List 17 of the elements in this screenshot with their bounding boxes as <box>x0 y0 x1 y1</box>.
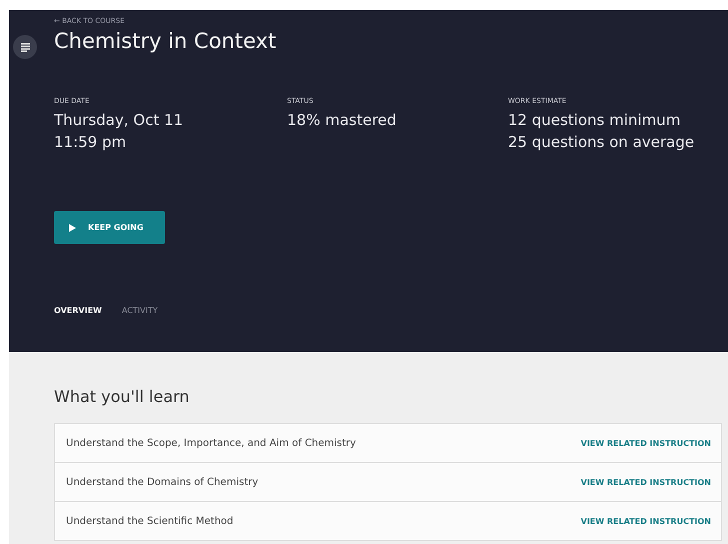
instruction-link[interactable]: VIEW RELATED INSTRUCTION <box>580 478 711 486</box>
play-icon <box>69 224 76 232</box>
page-title: Chemistry in Context <box>54 29 278 53</box>
keep-going-button[interactable]: KEEP GOING <box>54 211 165 244</box>
section-heading: What you'll learn <box>54 387 190 406</box>
objective-text: Understand the Scope, Importance, and Aim of Chemistry <box>66 438 356 448</box>
objective-text: Understand the Scientific Method <box>66 516 234 526</box>
menu-button[interactable] <box>13 35 37 59</box>
detail-value: 18% mastered <box>287 110 398 131</box>
objective-text: Understand the Domains of Chemistry <box>66 476 258 488</box>
tab[interactable]: OVERVIEW <box>54 306 102 315</box>
instruction-link[interactable]: VIEW RELATED INSTRUCTION <box>580 516 711 526</box>
detail-value: 12 questions minimum 25 questions on average <box>508 110 696 153</box>
instruction-link[interactable]: VIEW RELATED INSTRUCTION <box>580 438 711 448</box>
detail-value: Thursday, Oct 11 11:59 pm <box>54 110 184 153</box>
tab[interactable]: ACTIVITY <box>122 306 158 315</box>
menu-icon <box>20 42 30 52</box>
